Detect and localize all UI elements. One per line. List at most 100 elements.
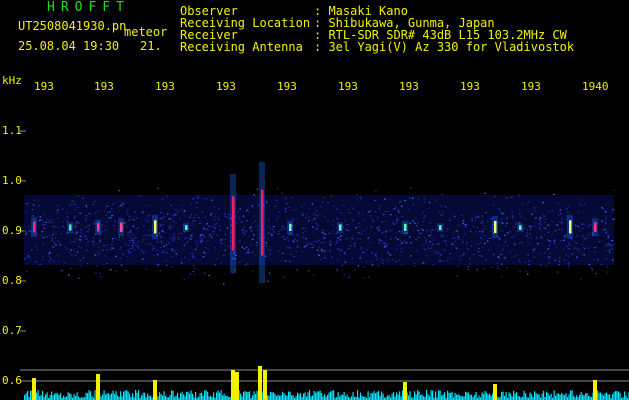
- amplitude-bar: [400, 396, 402, 400]
- noise-pixel: [124, 244, 127, 246]
- noise-pixel: [38, 205, 40, 207]
- noise-pixel: [242, 215, 245, 217]
- noise-pixel: [111, 240, 114, 242]
- noise-pixel: [313, 274, 315, 276]
- noise-pixel: [401, 205, 403, 207]
- noise-pixel: [588, 263, 590, 266]
- noise-pixel: [555, 224, 557, 226]
- filename-label: UT2508041930.pn: [18, 19, 127, 33]
- amplitude-bar: [489, 393, 491, 400]
- noise-pixel: [467, 269, 469, 271]
- noise-pixel: [471, 220, 474, 222]
- noise-pixel: [452, 237, 454, 239]
- amplitude-bar: [381, 391, 383, 400]
- noise-pixel: [359, 238, 361, 240]
- noise-pixel: [349, 245, 352, 247]
- noise-pixel: [99, 272, 101, 274]
- amplitude-bar: [208, 396, 210, 400]
- noise-pixel: [324, 233, 326, 235]
- echo-core: [289, 223, 292, 231]
- noise-pixel: [422, 244, 425, 246]
- noise-pixel: [201, 240, 203, 242]
- noise-pixel: [84, 236, 86, 238]
- noise-pixel: [580, 278, 582, 280]
- noise-pixel: [130, 230, 132, 232]
- amplitude-bar: [466, 392, 468, 400]
- noise-pixel: [391, 259, 394, 261]
- amplitude-bar: [546, 391, 548, 400]
- amplitude-bar: [289, 391, 291, 400]
- noise-pixel: [34, 199, 36, 201]
- noise-pixel: [213, 216, 216, 218]
- amplitude-bar: [85, 392, 87, 400]
- noise-pixel: [397, 217, 399, 219]
- noise-pixel: [344, 220, 346, 222]
- noise-pixel: [295, 233, 298, 236]
- noise-pixel: [161, 230, 163, 232]
- noise-pixel: [205, 198, 208, 200]
- noise-pixel: [106, 262, 108, 264]
- noise-pixel: [228, 213, 230, 216]
- noise-pixel: [382, 213, 385, 215]
- noise-pixel: [190, 214, 193, 216]
- noise-pixel: [285, 197, 287, 199]
- amplitude-bar: [306, 396, 308, 400]
- noise-pixel: [423, 198, 426, 200]
- noise-pixel: [82, 197, 84, 199]
- noise-pixel: [253, 215, 255, 217]
- noise-pixel: [106, 244, 109, 246]
- noise-pixel: [498, 209, 501, 211]
- amplitude-bar: [243, 391, 245, 400]
- amplitude-bar: [276, 396, 278, 400]
- noise-pixel: [194, 267, 196, 270]
- noise-pixel: [122, 253, 124, 255]
- noise-pixel: [449, 219, 451, 221]
- noise-pixel: [173, 220, 175, 223]
- amplitude-bar: [124, 390, 126, 400]
- noise-pixel: [455, 240, 457, 242]
- noise-pixel: [194, 220, 197, 222]
- noise-pixel: [287, 239, 290, 241]
- amplitude-bar: [519, 396, 521, 400]
- noise-pixel: [192, 198, 194, 200]
- noise-pixel: [281, 226, 284, 228]
- noise-pixel: [52, 246, 54, 248]
- noise-pixel: [530, 228, 532, 230]
- noise-pixel: [224, 233, 227, 235]
- noise-pixel: [264, 255, 267, 257]
- noise-pixel: [243, 248, 246, 250]
- noise-pixel: [74, 226, 77, 228]
- amplitude-bar: [298, 394, 300, 400]
- noise-pixel: [102, 231, 104, 233]
- noise-pixel: [210, 236, 213, 238]
- noise-pixel: [80, 229, 82, 231]
- noise-pixel: [506, 217, 509, 219]
- noise-pixel: [227, 217, 230, 219]
- noise-pixel: [554, 239, 556, 241]
- amplitude-bar: [126, 390, 128, 400]
- noise-pixel: [567, 263, 570, 265]
- amplitude-peak: [493, 384, 497, 400]
- noise-pixel: [195, 240, 197, 242]
- amplitude-bar: [117, 395, 119, 400]
- amplitude-bar: [105, 394, 107, 400]
- noise-pixel: [51, 235, 53, 237]
- amplitude-bar: [159, 392, 161, 400]
- amplitude-bar: [465, 391, 467, 400]
- amplitude-bar: [379, 396, 381, 400]
- noise-pixel: [524, 261, 526, 264]
- noise-pixel: [312, 241, 315, 243]
- noise-pixel: [288, 247, 290, 249]
- noise-pixel: [537, 243, 539, 245]
- noise-pixel: [583, 247, 585, 249]
- noise-pixel: [163, 245, 165, 247]
- amplitude-bar: [55, 392, 57, 400]
- noise-pixel: [265, 242, 267, 244]
- amplitude-bar: [448, 392, 450, 400]
- noise-pixel: [378, 242, 381, 244]
- noise-pixel: [271, 229, 273, 231]
- amplitude-bar: [457, 394, 459, 400]
- noise-pixel: [332, 230, 335, 232]
- noise-pixel: [457, 236, 460, 238]
- noise-pixel: [388, 243, 391, 245]
